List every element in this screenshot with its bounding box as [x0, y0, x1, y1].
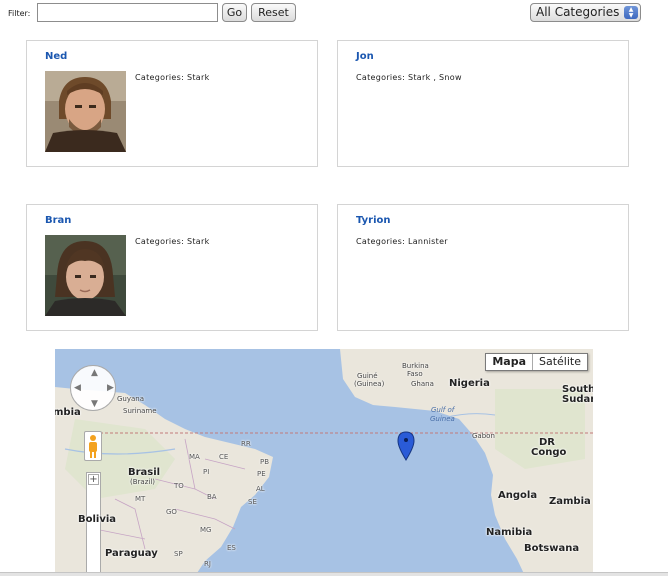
card-categories: Categories: Stark — [135, 237, 210, 246]
filter-input[interactable] — [37, 3, 218, 22]
map-label: (Brazil) — [130, 478, 155, 486]
map-label: PB — [260, 458, 270, 466]
map-label: MG — [200, 526, 212, 534]
map-type-control: Mapa Satélite — [485, 353, 588, 371]
map-label: mbia — [55, 407, 81, 418]
map-label: Paraguay — [105, 548, 158, 559]
map-label: Gabon — [472, 432, 495, 440]
card-categories: Categories: Lannister — [356, 237, 448, 246]
map-label: MT — [135, 495, 146, 503]
pan-down-icon[interactable]: ▼ — [91, 399, 98, 409]
map-label: Gulf of — [431, 406, 455, 414]
map-label: RR — [241, 440, 251, 448]
map-label: Burkina — [402, 362, 429, 370]
map-label: Guiné — [357, 372, 378, 380]
map-label: Nigeria — [449, 378, 490, 389]
map-label: GO — [166, 508, 177, 516]
character-card-ned: Ned Categories: Stark — [26, 40, 318, 167]
map-type-satellite-button[interactable]: Satélite — [533, 354, 587, 370]
card-title-link[interactable]: Tyrion — [356, 215, 391, 226]
map-label: MA — [189, 453, 200, 461]
zoom-in-icon[interactable]: + — [88, 474, 99, 485]
card-title-link[interactable]: Jon — [356, 51, 374, 62]
map-label: Bolivia — [78, 514, 117, 525]
map-label: Namibia — [486, 527, 533, 538]
pan-right-icon[interactable]: ▶ — [107, 383, 114, 393]
map-label: Brasil — [128, 467, 161, 478]
character-card-jon: Jon Categories: Stark , Snow — [337, 40, 629, 167]
select-arrows-icon: ▲ ▼ — [624, 6, 638, 19]
map-label: Angola — [498, 490, 538, 501]
map-label: SP — [174, 550, 183, 558]
category-select[interactable]: All Categories ▲ ▼ — [530, 3, 641, 22]
map-view[interactable]: Mapa Satélite ▲ ▼ ◀ ▶ + Guiné (Guinea) B… — [55, 349, 593, 576]
card-categories: Categories: Stark — [135, 73, 210, 82]
reset-button[interactable]: Reset — [251, 3, 296, 22]
map-label: Guinea — [430, 415, 455, 423]
filter-label: Filter: — [8, 9, 31, 18]
window-bottom-edge — [0, 572, 668, 576]
map-label: BA — [207, 493, 217, 501]
character-photo-ned — [45, 71, 126, 152]
map-label: Sudan — [562, 394, 593, 405]
pan-left-icon[interactable]: ◀ — [74, 383, 81, 393]
map-label: AL — [256, 485, 265, 493]
go-button[interactable]: Go — [222, 3, 247, 22]
map-label: (Guinea) — [354, 380, 385, 388]
map-label: PE — [257, 470, 266, 478]
pan-up-icon[interactable]: ▲ — [91, 368, 98, 378]
map-label: Zambia — [549, 496, 591, 507]
street-view-pegman-icon[interactable] — [84, 431, 102, 461]
map-label: Ghana — [411, 380, 434, 388]
character-card-tyrion: Tyrion Categories: Lannister — [337, 204, 629, 331]
card-title-link[interactable]: Bran — [45, 215, 71, 226]
character-photo-bran — [45, 235, 126, 316]
category-select-value: All Categories — [536, 5, 620, 19]
card-categories: Categories: Stark , Snow — [356, 73, 462, 82]
character-card-bran: Bran Categories: Stark — [26, 204, 318, 331]
map-label: ES — [227, 544, 236, 552]
card-title-link[interactable]: Ned — [45, 51, 67, 62]
map-terrain — [55, 349, 593, 576]
map-label: Faso — [407, 370, 423, 378]
map-label: SE — [248, 498, 257, 506]
map-label: Congo — [531, 447, 567, 458]
map-label: PI — [203, 468, 210, 476]
map-label: Guyana — [117, 395, 145, 403]
map-type-map-button[interactable]: Mapa — [486, 354, 533, 370]
map-label: RJ — [204, 560, 211, 568]
map-label: Suriname — [123, 407, 157, 415]
pan-control[interactable]: ▲ ▼ ◀ ▶ — [70, 365, 116, 411]
map-label: CE — [219, 453, 229, 461]
filter-toolbar: Filter: Go Reset All Categories ▲ ▼ — [0, 0, 668, 26]
map-label: Botswana — [524, 543, 580, 554]
map-label: TO — [174, 482, 184, 490]
